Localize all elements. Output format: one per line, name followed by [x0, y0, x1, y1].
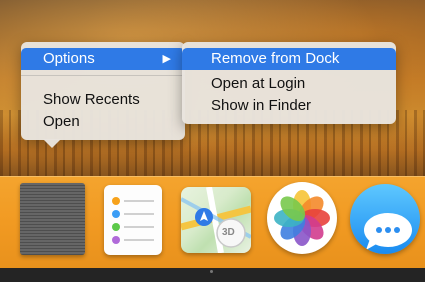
menu-separator: [21, 75, 185, 76]
menu-item-label: Show in Finder: [211, 97, 312, 114]
menu-item-show-recents[interactable]: Show Recents: [21, 89, 185, 111]
submenu-item-remove-from-dock[interactable]: Remove from Dock: [182, 48, 396, 70]
options-submenu: Remove from Dock Open at Login Show in F…: [182, 42, 396, 124]
messages-bubble: [364, 213, 412, 250]
maps-3d-badge: 3D: [222, 227, 235, 238]
photos-icon[interactable]: [267, 182, 337, 254]
submenu-item-show-in-finder[interactable]: Show in Finder: [182, 95, 396, 117]
dock-context-menu: Options ▶ Show Recents Open: [21, 42, 185, 140]
maps-icon[interactable]: 3D: [181, 187, 251, 253]
menu-item-open[interactable]: Open: [21, 111, 185, 133]
submenu-item-open-at-login[interactable]: Open at Login: [182, 73, 396, 95]
menu-item-label: Options: [43, 50, 95, 67]
maps-graphic: [181, 187, 251, 253]
menu-item-label: Show Recents: [43, 91, 140, 108]
notes-icon[interactable]: [20, 183, 85, 255]
messages-icon[interactable]: [350, 184, 420, 254]
menu-item-label: Open at Login: [211, 75, 306, 92]
menu-item-options[interactable]: Options ▶: [21, 48, 185, 70]
menu-pointer: [43, 139, 61, 148]
menu-item-label: Open: [43, 113, 80, 130]
menu-item-label: Remove from Dock: [211, 50, 340, 67]
reminders-icon[interactable]: [104, 185, 162, 255]
submenu-arrow-icon: ▶: [162, 53, 171, 65]
photos-flower: [274, 190, 330, 246]
running-indicator: [210, 270, 213, 273]
